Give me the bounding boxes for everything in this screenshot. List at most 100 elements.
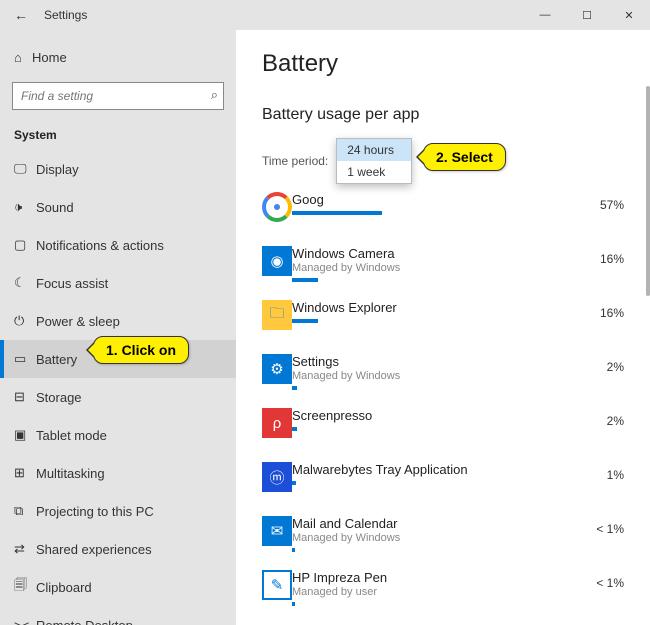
focus-icon: ☾ bbox=[14, 275, 36, 291]
app-percent: < 1% bbox=[578, 516, 624, 536]
app-name: Goog bbox=[292, 192, 578, 207]
storage-icon: ⊟ bbox=[14, 389, 36, 405]
app-subtext: Managed by Windows bbox=[292, 532, 578, 544]
sidebar-item-label: Power & sleep bbox=[36, 314, 120, 329]
app-subtext: Managed by user bbox=[292, 586, 578, 598]
sidebar-item-label: Display bbox=[36, 162, 79, 177]
callout-2: 2. Select bbox=[423, 143, 506, 171]
usage-bar bbox=[292, 278, 318, 282]
sidebar-item-label: Tablet mode bbox=[36, 428, 107, 443]
list-item[interactable]: 🗀 Windows Explorer 16% bbox=[262, 300, 624, 354]
sidebar-item-projecting[interactable]: ⧉Projecting to this PC bbox=[0, 492, 236, 530]
search-box: ⌕ bbox=[12, 82, 224, 110]
scrollbar-thumb[interactable] bbox=[646, 86, 650, 296]
sidebar-item-clipboard[interactable]: 🗐Clipboard bbox=[0, 568, 236, 606]
sidebar-item-power-sleep[interactable]: ⏻Power & sleep bbox=[0, 302, 236, 340]
usage-bar bbox=[292, 386, 297, 390]
dropdown-option-24-hours[interactable]: 24 hours bbox=[337, 139, 411, 161]
battery-icon: ▭ bbox=[14, 351, 36, 367]
window-controls: — ☐ ✕ bbox=[524, 0, 650, 30]
dropdown-option-1-week[interactable]: 1 week bbox=[337, 161, 411, 183]
remote-icon: >< bbox=[14, 618, 36, 625]
shared-icon: ⇄ bbox=[14, 541, 36, 557]
usage-bar bbox=[292, 602, 295, 606]
mail-icon: ✉ bbox=[262, 516, 292, 546]
list-item[interactable]: ρ Screenpresso 2% bbox=[262, 408, 624, 462]
app-percent: 2% bbox=[578, 354, 624, 374]
app-name: Screenpresso bbox=[292, 408, 578, 423]
list-item[interactable]: ✉ Mail and Calendar Managed by Windows <… bbox=[262, 516, 624, 570]
app-name: Windows Explorer bbox=[292, 300, 578, 315]
content: Battery Battery usage per app Time perio… bbox=[236, 30, 650, 625]
sidebar-item-display[interactable]: 🖵Display bbox=[0, 150, 236, 188]
usage-bar bbox=[292, 319, 318, 323]
minimize-icon[interactable]: — bbox=[524, 0, 566, 30]
close-icon[interactable]: ✕ bbox=[608, 0, 650, 30]
usage-bar bbox=[292, 481, 296, 485]
pen-icon: ✎ bbox=[262, 570, 292, 600]
app-percent: 16% bbox=[578, 300, 624, 320]
sidebar-item-focus-assist[interactable]: ☾Focus assist bbox=[0, 264, 236, 302]
app-name: HP Impreza Pen bbox=[292, 570, 578, 585]
settings-icon: ⚙ bbox=[262, 354, 292, 384]
display-icon: 🖵 bbox=[14, 161, 36, 177]
sidebar-item-tablet-mode[interactable]: ▣Tablet mode bbox=[0, 416, 236, 454]
list-item[interactable]: ◉ Windows Camera Managed by Windows 16% bbox=[262, 246, 624, 300]
malwarebytes-icon: ⓜ bbox=[262, 462, 292, 492]
list-item[interactable]: ✎ HP Impreza Pen Managed by user < 1% bbox=[262, 570, 624, 624]
list-item[interactable]: Goog 57% bbox=[262, 192, 624, 246]
sidebar-item-label: Sound bbox=[36, 200, 74, 215]
list-item[interactable]: ⓜ Malwarebytes Tray Application 1% bbox=[262, 462, 624, 516]
sidebar-item-storage[interactable]: ⊟Storage bbox=[0, 378, 236, 416]
time-period-label: Time period: bbox=[262, 154, 328, 168]
sidebar-item-label: Notifications & actions bbox=[36, 238, 164, 253]
notifications-icon: ▢ bbox=[14, 237, 36, 253]
home-icon: ⌂ bbox=[14, 50, 32, 65]
app-percent: 1% bbox=[578, 462, 624, 482]
sidebar-item-label: Battery bbox=[36, 352, 77, 367]
usage-bar bbox=[292, 548, 295, 552]
app-name: Windows Camera bbox=[292, 246, 578, 261]
sidebar-item-multitasking[interactable]: ⊞Multitasking bbox=[0, 454, 236, 492]
back-icon[interactable]: ← bbox=[14, 7, 34, 23]
sidebar: ⌂ Home ⌕ System 🖵Display 🕩Sound ▢Notific… bbox=[0, 30, 236, 625]
sound-icon: 🕩 bbox=[14, 199, 36, 215]
sidebar-item-notifications[interactable]: ▢Notifications & actions bbox=[0, 226, 236, 264]
sidebar-item-label: Clipboard bbox=[36, 580, 92, 595]
section-title: Battery usage per app bbox=[262, 106, 624, 124]
sidebar-item-label: Storage bbox=[36, 390, 82, 405]
sidebar-item-label: Projecting to this PC bbox=[36, 504, 154, 519]
power-icon: ⏻ bbox=[14, 313, 36, 329]
app-name: Settings bbox=[292, 354, 578, 369]
app-subtext: Managed by Windows bbox=[292, 370, 578, 382]
sidebar-item-sound[interactable]: 🕩Sound bbox=[0, 188, 236, 226]
multitasking-icon: ⊞ bbox=[14, 465, 36, 481]
titlebar: ← Settings — ☐ ✕ bbox=[0, 0, 650, 30]
page-title: Battery bbox=[262, 50, 624, 78]
explorer-icon: 🗀 bbox=[262, 300, 292, 330]
app-percent: 57% bbox=[578, 192, 624, 212]
sidebar-item-shared-experiences[interactable]: ⇄Shared experiences bbox=[0, 530, 236, 568]
maximize-icon[interactable]: ☐ bbox=[566, 0, 608, 30]
search-icon: ⌕ bbox=[211, 87, 218, 103]
screenpresso-icon: ρ bbox=[262, 408, 292, 438]
sidebar-item-remote-desktop[interactable]: ><Remote Desktop bbox=[0, 606, 236, 625]
time-period-dropdown[interactable]: 24 hours 1 week bbox=[336, 138, 412, 184]
chrome-icon bbox=[262, 192, 292, 222]
app-name: Malwarebytes Tray Application bbox=[292, 462, 578, 477]
usage-bar bbox=[292, 211, 382, 215]
list-item[interactable]: ⚙ Settings Managed by Windows 2% bbox=[262, 354, 624, 408]
sidebar-item-label: Remote Desktop bbox=[36, 618, 133, 625]
sidebar-group-label: System bbox=[0, 120, 236, 150]
sidebar-home[interactable]: ⌂ Home bbox=[0, 38, 236, 76]
app-subtext: Managed by Windows bbox=[292, 262, 578, 274]
usage-bar bbox=[292, 427, 297, 431]
camera-icon: ◉ bbox=[262, 246, 292, 276]
clipboard-icon: 🗐 bbox=[14, 576, 36, 598]
app-percent: 2% bbox=[578, 408, 624, 428]
app-list: Goog 57% ◉ Windows Camera Managed by Win… bbox=[262, 192, 624, 624]
search-input[interactable] bbox=[12, 82, 224, 110]
projecting-icon: ⧉ bbox=[14, 503, 36, 519]
callout-1: 1. Click on bbox=[93, 336, 189, 364]
sidebar-item-label: Focus assist bbox=[36, 276, 108, 291]
